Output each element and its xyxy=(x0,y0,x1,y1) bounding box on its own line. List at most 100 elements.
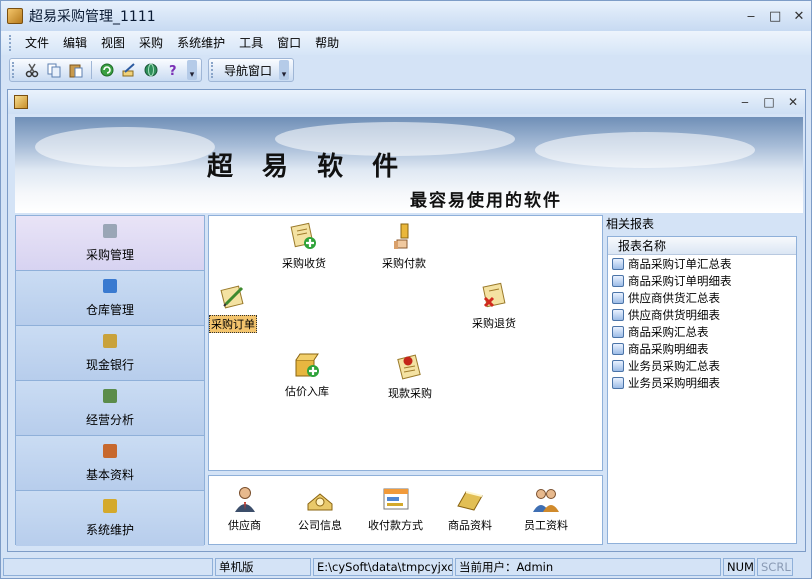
document-add-icon xyxy=(290,222,316,249)
report-icon xyxy=(612,257,624,270)
sidebar-item-basic-data[interactable]: 基本资料 xyxy=(16,436,204,491)
sidebar-item-system[interactable]: 系统维护 xyxy=(16,491,204,546)
app-icon xyxy=(7,8,23,24)
sidebar-item-label: 现金银行 xyxy=(85,357,134,372)
banner: 超 易 软 件 最容易使用的软件 xyxy=(15,117,803,213)
payment-method-icon xyxy=(383,488,408,510)
child-window: ‒ □ ✕ 超 易 软 件 最容易使用的软件 采购管理 仓库管理 现金银行 经营… xyxy=(7,89,806,552)
copy-icon xyxy=(47,63,61,78)
hammer-icon xyxy=(103,499,117,513)
child-close-button[interactable]: ✕ xyxy=(787,95,799,109)
help-icon: ? xyxy=(169,64,177,78)
toolbar-overflow-arrow[interactable]: ▾ xyxy=(279,60,290,80)
web-button[interactable] xyxy=(141,60,161,80)
status-data-path: E:\cySoft\data\tmpcyjxc.sys xyxy=(313,558,453,576)
globe-icon xyxy=(144,63,158,77)
menu-edit[interactable]: 编辑 xyxy=(56,31,94,55)
report-icon xyxy=(612,308,624,321)
related-reports-panel: 相关报表 报表名称 商品采购订单汇总表 商品采购订单明细表 供应商供货汇总表 供… xyxy=(604,215,800,545)
refresh-icon xyxy=(100,63,114,77)
shortcut-label: 收付款方式 xyxy=(368,519,423,532)
shortcut-label: 现款采购 xyxy=(388,387,432,400)
cart-icon xyxy=(103,223,117,238)
nav-window-button[interactable]: 导航窗口 xyxy=(220,62,276,79)
copy-button[interactable] xyxy=(44,60,64,80)
shortcut-label: 商品资料 xyxy=(448,519,492,532)
purchase-payment-shortcut[interactable]: 采购付款 xyxy=(381,222,427,271)
report-item-label: 商品采购汇总表 xyxy=(628,324,709,339)
reports-list: 报表名称 商品采购订单汇总表 商品采购订单明细表 供应商供货汇总表 供应商供货明… xyxy=(607,236,797,544)
paste-button[interactable] xyxy=(66,60,86,80)
report-item[interactable]: 供应商供货汇总表 xyxy=(608,289,796,306)
purchase-receive-shortcut[interactable]: 采购收货 xyxy=(281,222,327,271)
report-item-label: 商品采购明细表 xyxy=(628,341,709,356)
reports-title: 相关报表 xyxy=(606,217,655,231)
menu-system[interactable]: 系统维护 xyxy=(170,31,232,55)
company-icon xyxy=(307,493,333,511)
report-icon xyxy=(612,274,624,287)
supplier-shortcut[interactable]: 供应商 xyxy=(227,484,262,533)
toolbar-separator xyxy=(91,61,92,79)
sidebar-item-analysis[interactable]: 经营分析 xyxy=(16,381,204,436)
report-item-label: 业务员采购汇总表 xyxy=(628,358,720,373)
report-item[interactable]: 商品采购明细表 xyxy=(608,340,796,357)
report-item-label: 商品采购订单明细表 xyxy=(628,273,732,288)
report-item-label: 供应商供货汇总表 xyxy=(628,290,720,305)
shortcut-label: 员工资料 xyxy=(524,519,568,532)
person-icon xyxy=(234,487,255,512)
report-item[interactable]: 供应商供货明细表 xyxy=(608,306,796,323)
report-item[interactable]: 业务员采购明细表 xyxy=(608,374,796,391)
status-current-user: 当前用户：Admin xyxy=(455,558,721,576)
status-bar: 单机版 E:\cySoft\data\tmpcyjxc.sys 当前用户：Adm… xyxy=(1,556,811,578)
child-minimize-button[interactable]: ‒ xyxy=(739,95,751,109)
purchase-return-shortcut[interactable]: 采购退货 xyxy=(471,282,517,331)
child-maximize-button[interactable]: □ xyxy=(763,95,775,109)
sidebar-item-cash-bank[interactable]: 现金银行 xyxy=(16,326,204,381)
product-icon xyxy=(457,491,483,511)
menu-tools[interactable]: 工具 xyxy=(232,31,270,55)
report-icon xyxy=(612,342,624,355)
payment-icon xyxy=(394,223,409,249)
cut-button[interactable] xyxy=(22,60,42,80)
menu-view[interactable]: 视图 xyxy=(94,31,132,55)
refresh-button[interactable] xyxy=(97,60,117,80)
estimate-stock-in-shortcut[interactable]: 估价入库 xyxy=(284,350,330,399)
toolbar-overflow-arrow[interactable]: ▾ xyxy=(187,60,197,80)
sidebar-item-warehouse[interactable]: 仓库管理 xyxy=(16,271,204,326)
employee-data-shortcut[interactable]: 员工资料 xyxy=(523,484,569,533)
reports-column-header[interactable]: 报表名称 xyxy=(608,237,796,255)
shortcut-label: 采购付款 xyxy=(382,257,426,270)
menu-help[interactable]: 帮助 xyxy=(308,31,346,55)
help-button[interactable]: ? xyxy=(163,60,183,80)
close-button[interactable]: ✕ xyxy=(793,9,805,24)
product-data-shortcut[interactable]: 商品资料 xyxy=(447,484,493,533)
payment-method-shortcut[interactable]: 收付款方式 xyxy=(367,484,424,533)
menu-window[interactable]: 窗口 xyxy=(270,31,308,55)
scissors-icon xyxy=(25,63,39,78)
company-info-shortcut[interactable]: 公司信息 xyxy=(297,484,343,533)
document-remove-icon xyxy=(482,282,506,308)
toolbar-grip xyxy=(12,62,15,78)
order-pencil-icon xyxy=(220,285,244,309)
menu-purchase[interactable]: 采购 xyxy=(132,31,170,55)
maximize-button[interactable]: □ xyxy=(769,9,781,24)
sidebar-item-label: 采购管理 xyxy=(85,247,134,262)
status-edition: 单机版 xyxy=(215,558,311,576)
paste-icon xyxy=(69,64,83,78)
report-item[interactable]: 商品采购订单明细表 xyxy=(608,272,796,289)
cash-purchase-shortcut[interactable]: 现款采购 xyxy=(387,352,433,401)
edit-button[interactable] xyxy=(119,60,139,80)
menu-file[interactable]: 文件 xyxy=(18,31,56,55)
status-scroll-lock: SCRL xyxy=(757,558,793,576)
report-item[interactable]: 商品采购汇总表 xyxy=(608,323,796,340)
toolbar-group-nav: 导航窗口 ▾ xyxy=(208,58,295,82)
purchase-order-shortcut[interactable]: 采购订单 xyxy=(209,282,257,333)
report-item[interactable]: 业务员采购汇总表 xyxy=(608,357,796,374)
sidebar-item-label: 系统维护 xyxy=(85,523,134,537)
minimize-button[interactable]: ‒ xyxy=(745,9,757,24)
sidebar-item-purchase[interactable]: 采购管理 xyxy=(16,216,204,271)
report-icon xyxy=(612,376,624,389)
toolbar-group-main: ? ▾ xyxy=(9,58,202,82)
report-item[interactable]: 商品采购订单汇总表 xyxy=(608,255,796,272)
brand-name: 超 易 软 件 xyxy=(207,152,409,182)
